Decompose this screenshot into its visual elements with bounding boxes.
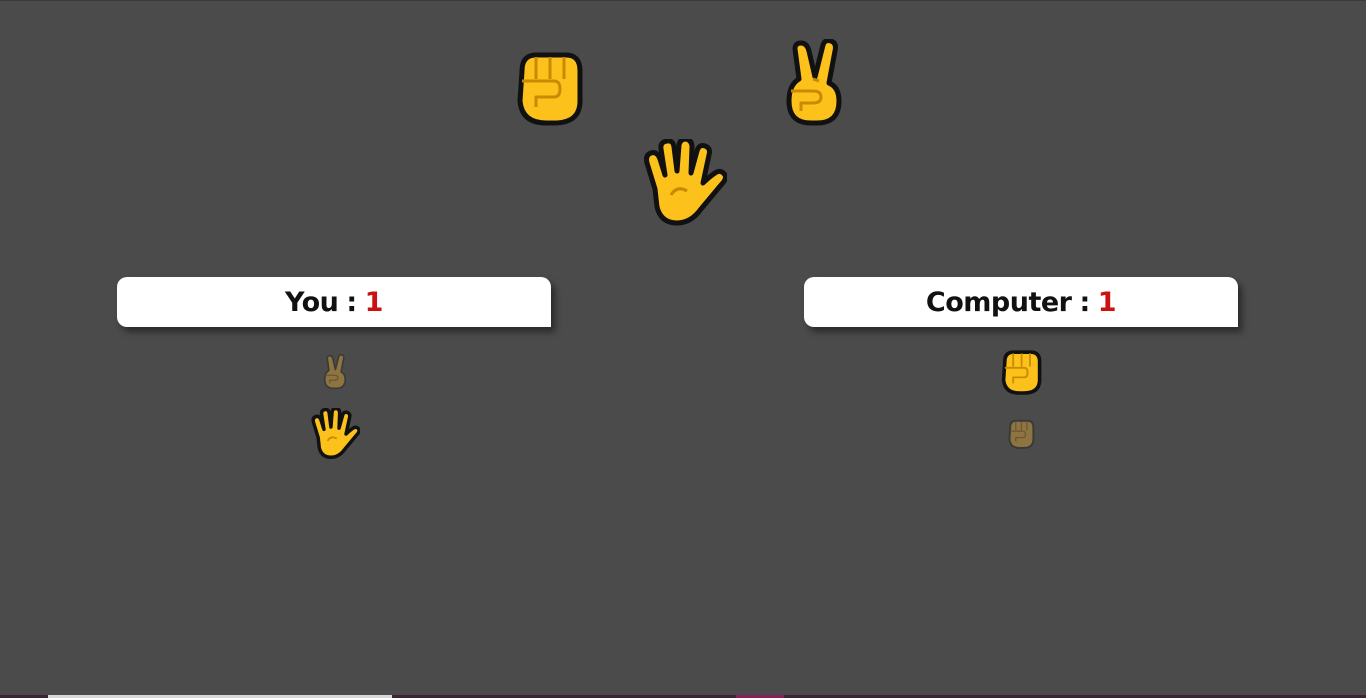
player-score-separator: : [346,286,357,318]
history-item [991,403,1051,465]
raised-hand-icon [311,408,360,459]
raised-fist-icon [1001,350,1042,395]
player-label: You [285,286,339,318]
victory-hand-icon [786,39,842,126]
rock-choice-button[interactable] [514,49,584,127]
computer-label: Computer [925,286,1072,318]
computer-score-separator: : [1079,286,1090,318]
history-item [991,341,1051,403]
computer-score: 1 [1097,286,1117,318]
player-scoreboard: You : 1 [117,277,551,327]
computer-move-history [991,341,1051,465]
raised-fist-icon [517,52,583,126]
paper-choice-button[interactable] [641,139,727,227]
raised-fist-icon [1008,419,1035,449]
history-item [305,403,365,465]
scissors-choice-button[interactable] [783,39,845,127]
victory-hand-icon [323,354,347,390]
raised-hand-icon [644,139,727,226]
game-stage: You : 1 Computer : 1 [0,0,1366,698]
computer-scoreboard: Computer : 1 [804,277,1238,327]
player-score: 1 [364,286,384,318]
player-move-history [305,341,365,465]
history-item [305,341,365,403]
